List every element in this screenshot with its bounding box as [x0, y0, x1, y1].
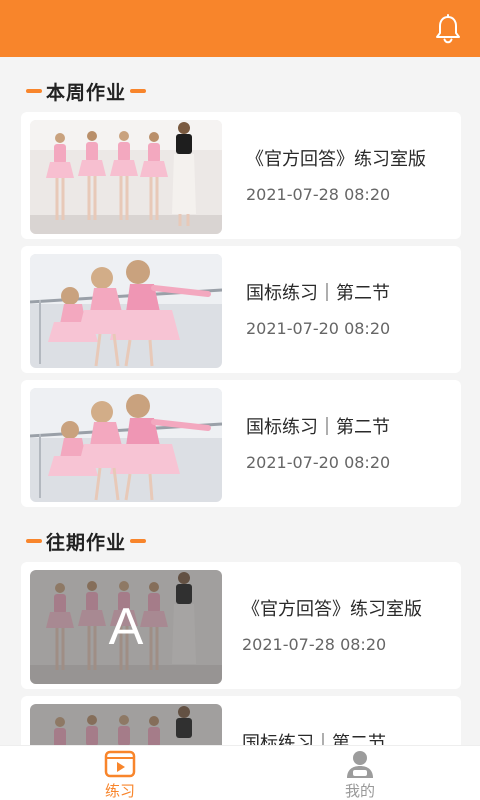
bottom-tab-bar: 练习 我的: [0, 745, 480, 800]
disabled-overlay: [30, 704, 222, 745]
homework-card-past[interactable]: A 《官方回答》练习室版 2021-07-28 08:20: [21, 562, 461, 689]
thumbnail-dancers-standing: [30, 120, 222, 234]
tab-label: 我的: [344, 782, 375, 800]
section-title-past: 往期作业: [26, 526, 147, 556]
user-icon: [347, 751, 373, 778]
card-title: 《官方回答》练习室版: [242, 599, 422, 620]
title-dash: [26, 539, 42, 543]
card-title: 国标练习｜第二节: [246, 283, 390, 304]
thumbnail-dancers-standing: A: [30, 570, 222, 684]
card-title: 国标练习｜第二节: [242, 733, 386, 745]
bell-icon[interactable]: [434, 14, 462, 44]
thumbnail-dancers-standing: [30, 704, 222, 745]
card-date: 2021-07-20 08:20: [246, 319, 391, 338]
card-title: 《官方回答》练习室版: [246, 149, 426, 170]
section-title-text: 本周作业: [46, 81, 127, 104]
video-play-icon: [104, 750, 136, 778]
section-title-this-week: 本周作业: [26, 76, 147, 106]
title-dash: [26, 89, 42, 93]
thumbnail-dancers-barre: [30, 254, 222, 368]
card-date: 2021-07-20 08:20: [246, 453, 391, 472]
section-title-text: 往期作业: [46, 531, 127, 554]
homework-list[interactable]: 本周作业 《官方回答》练习室版 2021-07-28 08:20 国标练习｜第二…: [0, 57, 480, 745]
card-title: 国标练习｜第二节: [246, 417, 390, 438]
thumbnail-dancers-barre: [30, 388, 222, 502]
tab-label: 练习: [104, 782, 135, 800]
overlay-letter: A: [108, 598, 144, 656]
homework-card-past[interactable]: 国标练习｜第二节: [21, 696, 461, 745]
homework-card[interactable]: 《官方回答》练习室版 2021-07-28 08:20: [21, 112, 461, 239]
title-dash: [130, 539, 147, 543]
title-dash: [130, 89, 147, 93]
homework-card[interactable]: 国标练习｜第二节 2021-07-20 08:20: [21, 380, 461, 507]
tab-practice[interactable]: 练习: [0, 746, 240, 800]
homework-card[interactable]: 国标练习｜第二节 2021-07-20 08:20: [21, 246, 461, 373]
top-bar: [0, 0, 480, 57]
card-date: 2021-07-28 08:20: [242, 635, 387, 654]
tab-mine[interactable]: 我的: [240, 746, 480, 800]
card-date: 2021-07-28 08:20: [246, 185, 391, 204]
